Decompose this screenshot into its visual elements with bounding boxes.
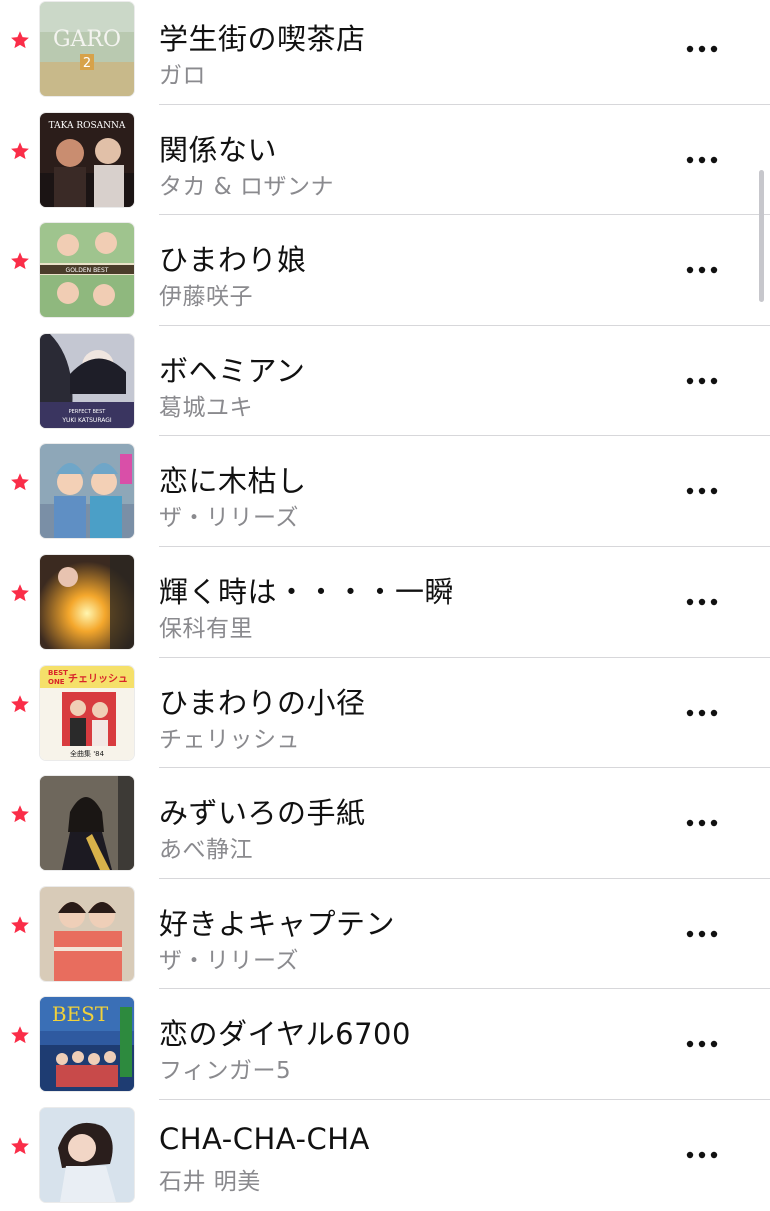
ellipsis-icon [686, 819, 718, 827]
album-art-text-2: 2 [83, 56, 91, 71]
album-art-text-4: 全曲集 '84 [70, 749, 105, 758]
album-art-text-1: BEST [48, 669, 68, 677]
more-options-button[interactable] [680, 1031, 724, 1057]
ellipsis-icon [686, 598, 718, 606]
album-art-text-2: YUKI KATSURAGI [61, 417, 112, 424]
song-title: CHA-CHA-CHA [159, 1121, 370, 1156]
song-title: ひまわりの小径 [159, 685, 366, 720]
album-art-text-1: PERFECT BEST [69, 409, 107, 415]
song-row[interactable]: GARO 2 学生街の喫茶店 ガロ [0, 0, 770, 105]
song-row[interactable]: 好きよキャプテン ザ・リリーズ [0, 879, 770, 990]
album-art: BEST [40, 997, 134, 1092]
song-artist: ガロ [159, 63, 206, 89]
ellipsis-icon [686, 930, 718, 937]
ellipsis-icon [686, 377, 718, 384]
song-list: GARO 2 学生街の喫茶店 ガロ TAKA ROSANNA 関係ない タカ &… [0, 0, 770, 1211]
song-row[interactable]: 恋に木枯し ザ・リリーズ [0, 436, 770, 547]
song-row[interactable]: TAKA ROSANNA 関係ない タカ & ロザンナ [0, 105, 770, 216]
star-icon [9, 140, 31, 162]
song-title: 関係ない [159, 132, 278, 167]
song-artist: ザ・リリーズ [159, 505, 299, 532]
song-title: 恋のダイヤル6700 [159, 1017, 411, 1052]
scrollbar[interactable] [759, 170, 764, 302]
album-art [40, 776, 134, 871]
album-art-text: TAKA ROSANNA [49, 121, 126, 131]
more-options-button[interactable] [680, 257, 724, 283]
ellipsis-icon [686, 156, 718, 163]
star-icon [9, 693, 31, 715]
song-artist: 葛城ユキ [159, 394, 253, 421]
album-art: PERFECT BEST YUKI KATSURAGI [40, 333, 134, 428]
star-icon [9, 250, 31, 272]
album-art [40, 444, 134, 539]
song-row[interactable]: みずいろの手紙 あべ静江 [0, 768, 770, 879]
ellipsis-icon [686, 45, 718, 53]
song-title: 学生街の喫茶店 [159, 22, 366, 56]
album-art-text-2: ONE [48, 678, 65, 686]
song-artist: ザ・リリーズ [159, 947, 299, 974]
song-title: ひまわり娘 [159, 243, 307, 278]
ellipsis-icon [686, 266, 718, 274]
song-row[interactable]: 輝く時は・・・・一瞬 保科有里 [0, 547, 770, 658]
album-art-text-1: GARO [53, 27, 121, 52]
more-options-button[interactable] [680, 368, 724, 394]
song-artist: チェリッシュ [159, 726, 300, 753]
ellipsis-icon [686, 1151, 718, 1159]
star-icon [9, 471, 31, 493]
song-row[interactable]: BEST ONE チェリッシュ 全曲集 '84 ひまわりの小径 チェリッシュ [0, 658, 770, 769]
star-icon [9, 803, 31, 825]
album-art: GOLDEN BEST [40, 223, 134, 318]
more-options-button[interactable] [680, 700, 724, 726]
song-artist: 石井 明美 [159, 1168, 261, 1195]
more-options-button[interactable] [680, 921, 724, 947]
song-artist: フィンガー5 [159, 1058, 292, 1085]
song-artist: 伊藤咲子 [159, 284, 253, 311]
song-title: みずいろの手紙 [159, 796, 366, 831]
album-art: BEST ONE チェリッシュ 全曲集 '84 [40, 665, 134, 760]
album-art-text-3: チェリッシュ [68, 673, 128, 685]
album-art [40, 554, 134, 649]
star-icon [9, 1135, 31, 1157]
song-row[interactable]: PERFECT BEST YUKI KATSURAGI ボヘミアン 葛城ユキ [0, 326, 770, 437]
star-icon [9, 582, 31, 604]
ellipsis-icon [686, 488, 718, 495]
star-icon [9, 1024, 31, 1046]
star-icon [9, 914, 31, 936]
album-art [40, 886, 134, 981]
album-art-text: BEST [52, 1002, 109, 1026]
song-title: ボヘミアン [159, 353, 306, 388]
ellipsis-icon [686, 709, 718, 716]
album-art-text: GOLDEN BEST [66, 267, 109, 274]
song-artist: あべ静江 [159, 837, 253, 864]
album-art [40, 1107, 134, 1202]
song-row[interactable]: GOLDEN BEST ひまわり娘 伊藤咲子 [0, 215, 770, 326]
more-options-button[interactable] [680, 589, 724, 615]
more-options-button[interactable] [680, 36, 724, 62]
album-art: TAKA ROSANNA [40, 112, 134, 207]
more-options-button[interactable] [680, 478, 724, 504]
ellipsis-icon [686, 1041, 718, 1048]
album-art: GARO 2 [40, 2, 134, 96]
star-icon [9, 29, 31, 51]
song-row[interactable]: BEST 恋のダイヤル6700 フィンガー5 [0, 989, 770, 1100]
song-title: 好きよキャプテン [159, 906, 396, 941]
more-options-button[interactable] [680, 1142, 724, 1168]
more-options-button[interactable] [680, 810, 724, 836]
more-options-button[interactable] [680, 147, 724, 173]
song-artist: 保科有里 [159, 615, 253, 642]
song-artist: タカ & ロザンナ [159, 173, 335, 200]
song-row[interactable]: CHA-CHA-CHA 石井 明美 [0, 1100, 770, 1211]
song-title: 恋に木枯し [159, 464, 307, 499]
song-title: 輝く時は・・・・一瞬 [159, 574, 455, 609]
